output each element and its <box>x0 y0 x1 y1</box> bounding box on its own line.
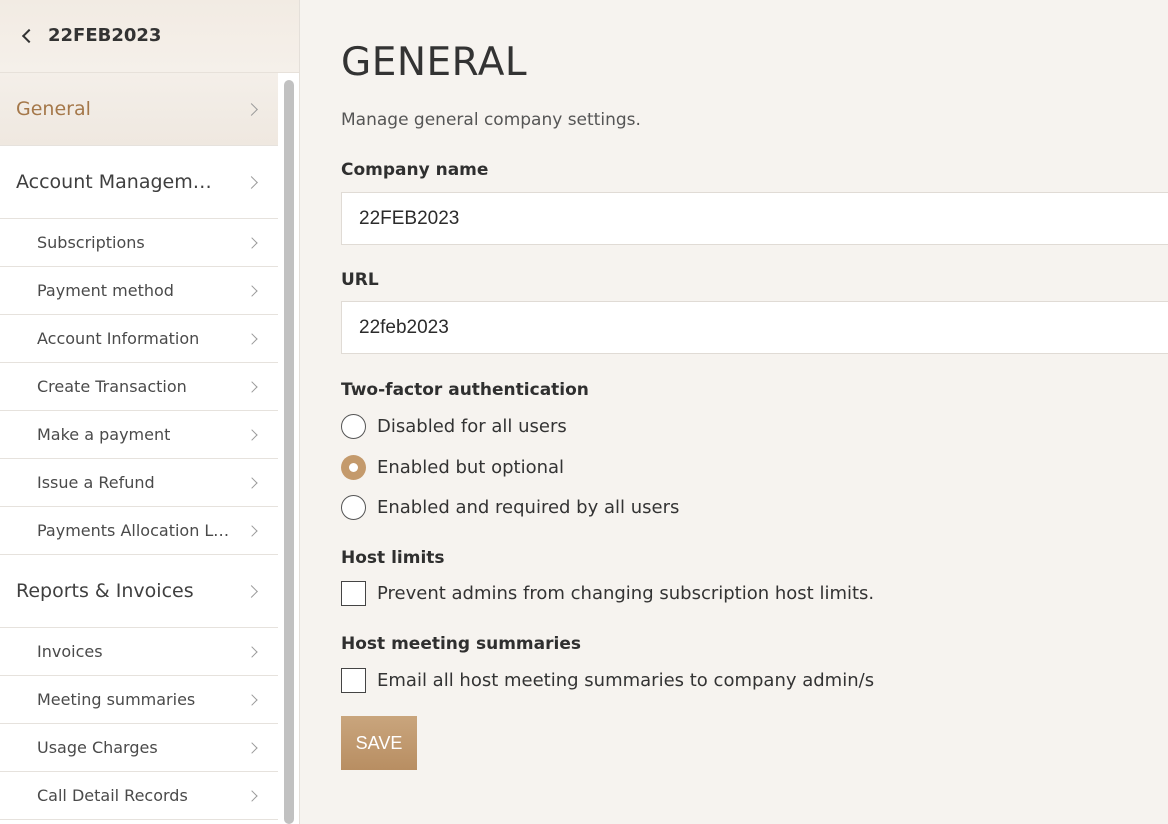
two-factor-option-required[interactable]: Enabled and required by all users <box>341 495 679 520</box>
radio-unchecked[interactable] <box>341 495 366 520</box>
host-meeting-summaries-label: Host meeting summaries <box>341 634 581 654</box>
chevron-right-icon <box>246 645 258 658</box>
sidebar-item-label: Create Transaction <box>37 377 187 396</box>
sidebar-item-account-information[interactable]: Account Information <box>0 315 278 363</box>
chevron-left-icon <box>21 28 37 43</box>
radio-label: Enabled and required by all users <box>377 497 680 518</box>
chevron-right-icon <box>246 476 258 489</box>
sidebar-item-payments-allocation-ledger[interactable]: Payments Allocation Led… <box>0 507 278 555</box>
radio-label: Enabled but optional <box>377 457 565 478</box>
host-meeting-summaries-checkbox[interactable] <box>341 668 366 693</box>
chevron-right-icon <box>246 693 258 706</box>
sidebar-item-label: Invoices <box>37 642 103 661</box>
chevron-right-icon <box>246 428 258 441</box>
radio-checked[interactable] <box>341 455 366 480</box>
chevron-right-icon <box>245 584 258 598</box>
two-factor-option-disabled[interactable]: Disabled for all users <box>341 414 567 439</box>
sidebar-item-issue-a-refund[interactable]: Issue a Refund <box>0 459 278 507</box>
sidebar-item-label: Account Information <box>37 329 200 348</box>
back-link[interactable]: 22FEB2023 <box>0 0 299 73</box>
sidebar-item-label: Subscriptions <box>37 233 145 252</box>
sidebar-item-label: Payments Allocation Led… <box>37 521 237 540</box>
sidebar-item-invoices[interactable]: Invoices <box>0 628 278 676</box>
sidebar-item-label: Issue a Refund <box>37 473 155 492</box>
page-description: Manage general company settings. <box>341 110 641 130</box>
company-name-label: Company name <box>341 160 489 180</box>
chevron-right-icon <box>245 102 258 116</box>
url-label: URL <box>341 270 379 290</box>
sidebar-item-label: Usage Charges <box>37 738 158 757</box>
chevron-right-icon <box>246 332 258 345</box>
sidebar: 22FEB2023 General Account Management Sub… <box>0 0 300 824</box>
host-limits-option[interactable]: Prevent admins from changing subscriptio… <box>341 581 874 606</box>
sidebar-item-label: Make a payment <box>37 425 171 444</box>
sidebar-item-meeting-summaries[interactable]: Meeting summaries <box>0 676 278 724</box>
sidebar-item-label: Reports & Invoices <box>16 580 194 602</box>
settings-content: GENERAL Manage general company settings.… <box>301 0 1168 824</box>
sidebar-item-label: General <box>16 98 91 120</box>
checkbox-label: Prevent admins from changing subscriptio… <box>377 583 875 604</box>
chevron-right-icon <box>246 741 258 754</box>
settings-nav: General Account Management Subscriptions… <box>0 73 278 820</box>
company-breadcrumb: 22FEB2023 <box>48 24 162 46</box>
host-limits-checkbox[interactable] <box>341 581 366 606</box>
radio-unchecked[interactable] <box>341 414 366 439</box>
two-factor-label: Two-factor authentication <box>341 380 589 400</box>
sidebar-item-make-a-payment[interactable]: Make a payment <box>0 411 278 459</box>
url-input[interactable] <box>341 301 1168 354</box>
checkbox-label: Email all host meeting summaries to comp… <box>377 670 875 691</box>
chevron-right-icon <box>246 380 258 393</box>
chevron-right-icon <box>245 175 258 189</box>
sidebar-item-subscriptions[interactable]: Subscriptions <box>0 219 278 267</box>
sidebar-item-payment-method[interactable]: Payment method <box>0 267 278 315</box>
sidebar-item-label: Call Detail Records <box>37 786 188 805</box>
page-title: GENERAL <box>341 40 528 85</box>
chevron-right-icon <box>246 524 258 537</box>
sidebar-item-general[interactable]: General <box>0 73 278 146</box>
chevron-right-icon <box>246 789 258 802</box>
host-limits-label: Host limits <box>341 548 445 568</box>
sidebar-item-usage-charges[interactable]: Usage Charges <box>0 724 278 772</box>
sidebar-scrollbar-thumb[interactable] <box>284 80 294 824</box>
company-name-input[interactable] <box>341 192 1168 245</box>
two-factor-option-optional[interactable]: Enabled but optional <box>341 455 564 480</box>
sidebar-item-label: Meeting summaries <box>37 690 196 709</box>
chevron-right-icon <box>246 284 258 297</box>
host-meeting-summaries-option[interactable]: Email all host meeting summaries to comp… <box>341 668 874 693</box>
sidebar-item-reports-invoices[interactable]: Reports & Invoices <box>0 555 278 628</box>
sidebar-item-label: Account Management <box>16 171 216 193</box>
sidebar-item-account-management[interactable]: Account Management <box>0 146 278 219</box>
sidebar-item-call-detail-records[interactable]: Call Detail Records <box>0 772 278 820</box>
chevron-right-icon <box>246 236 258 249</box>
sidebar-item-create-transaction[interactable]: Create Transaction <box>0 363 278 411</box>
save-button[interactable]: SAVE <box>341 716 417 770</box>
radio-label: Disabled for all users <box>377 416 567 437</box>
sidebar-item-label: Payment method <box>37 281 174 300</box>
